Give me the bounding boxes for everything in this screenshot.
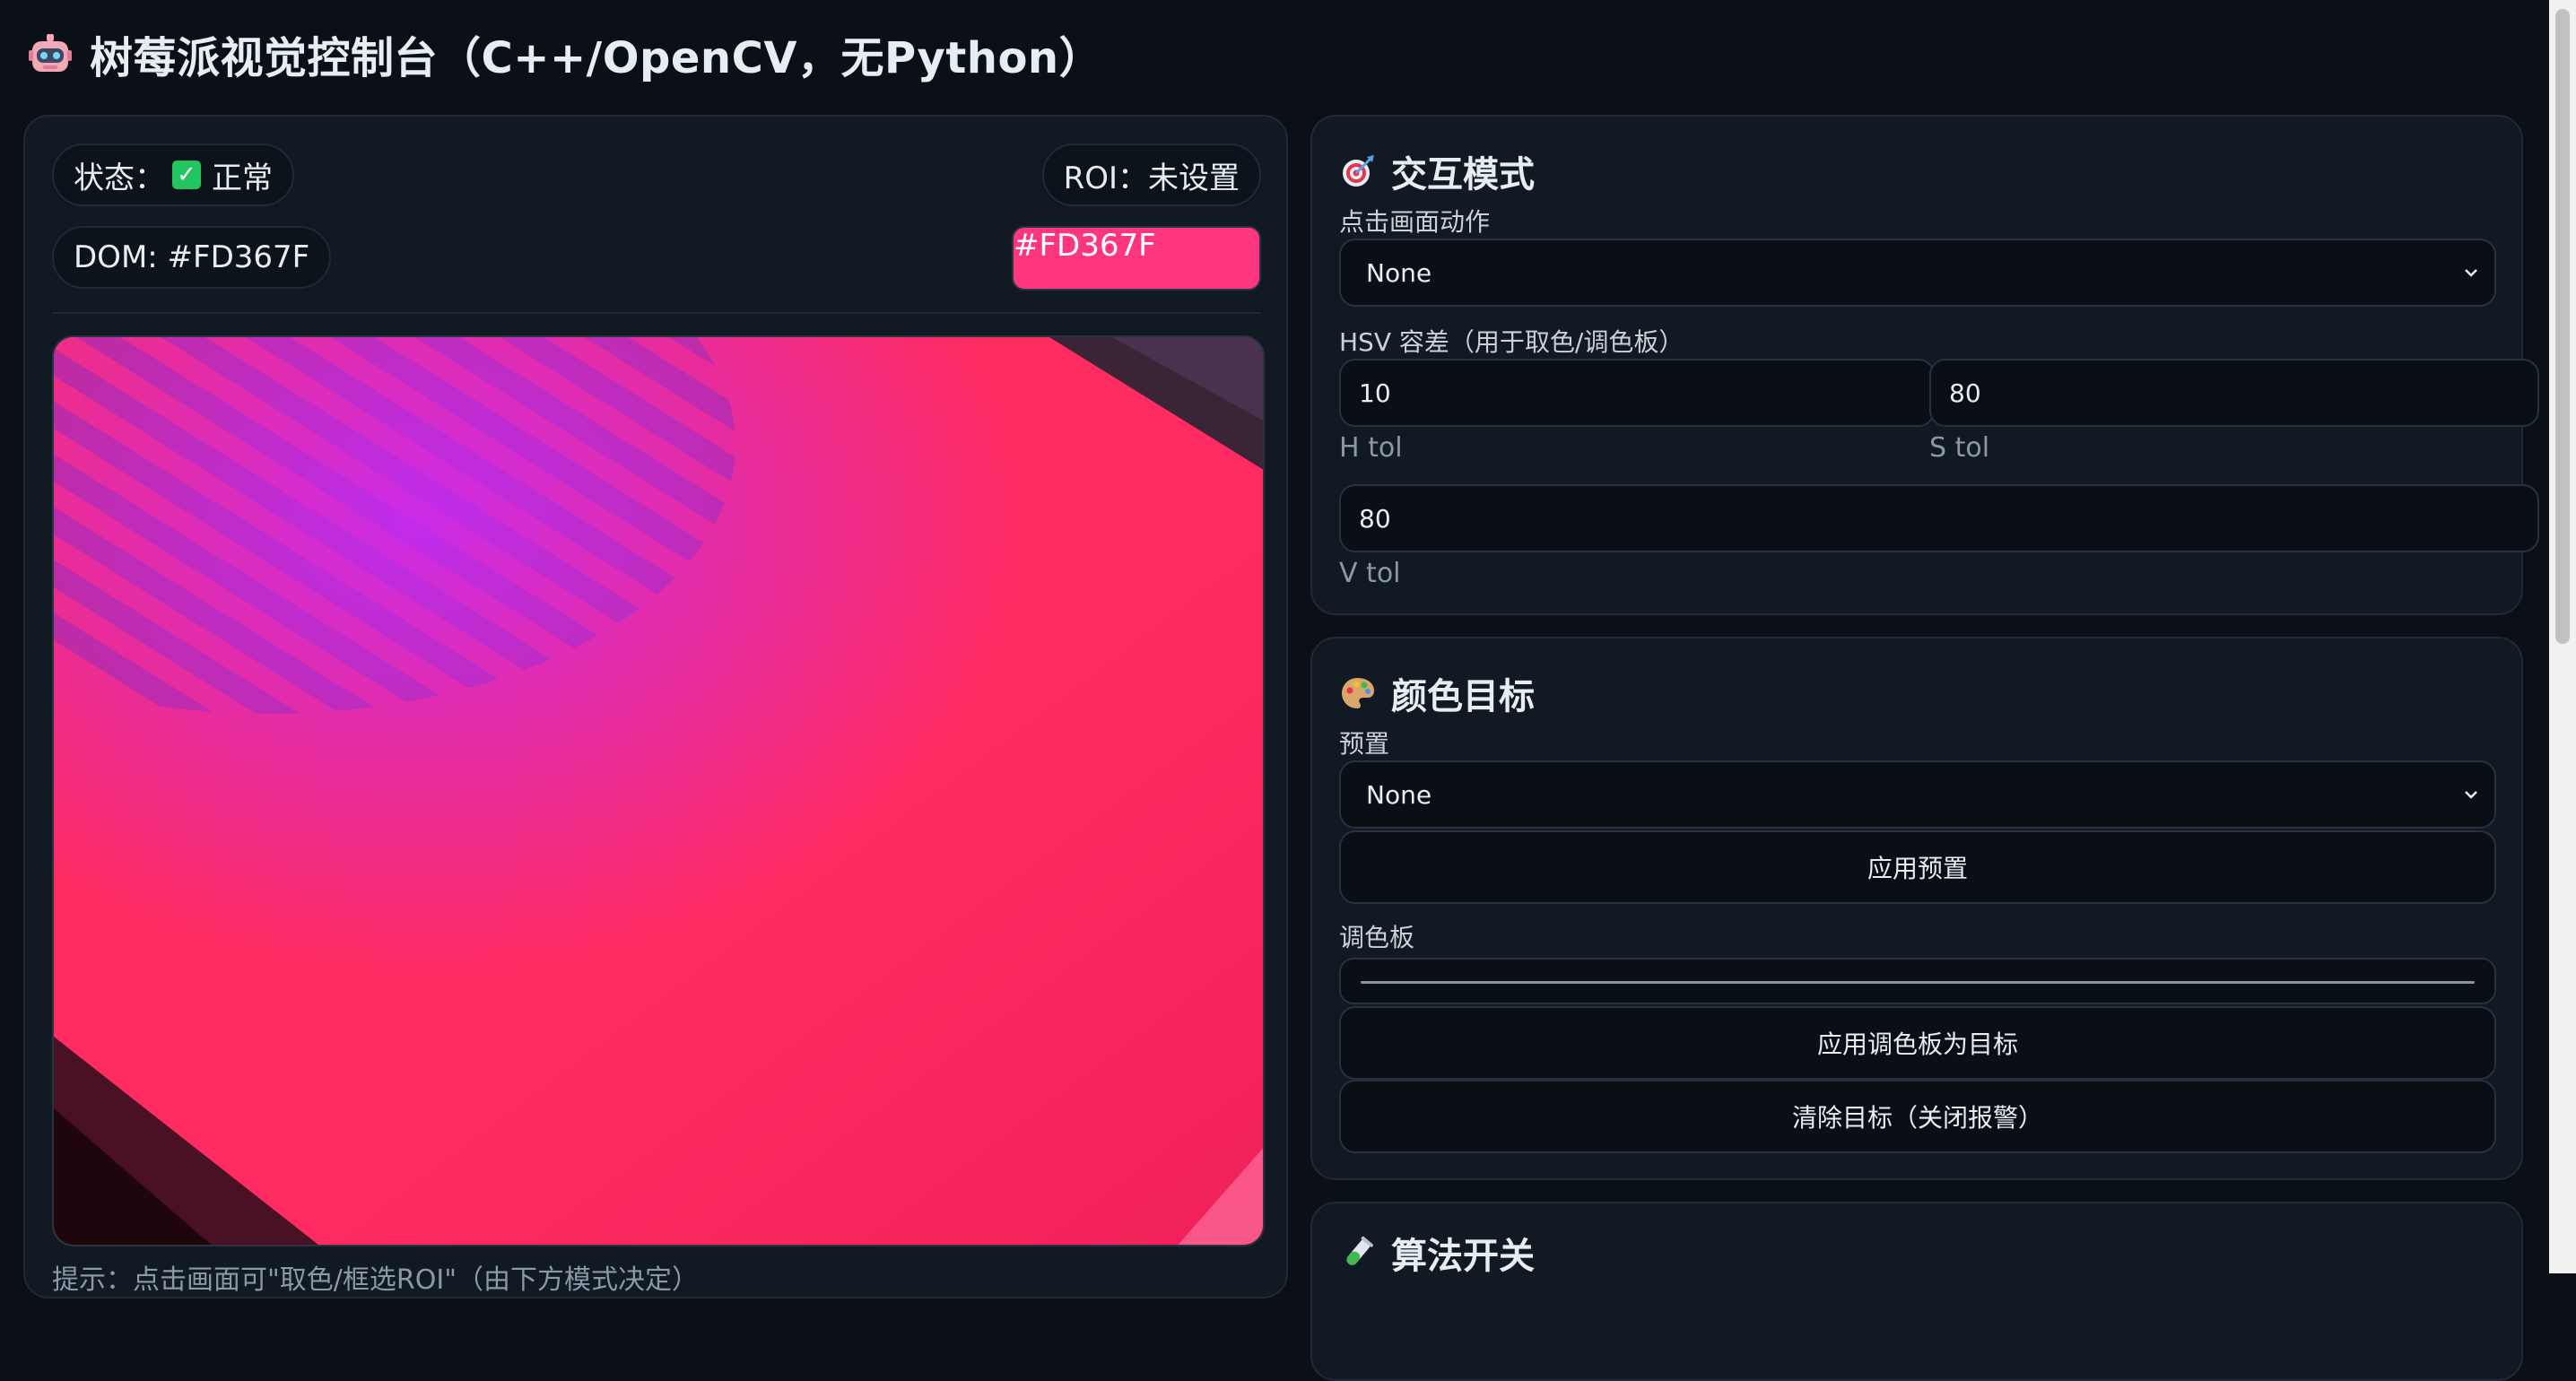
click-action-value: None: [1366, 257, 1432, 288]
interaction-mode-card: 交互模式 点击画面动作 None HSV 容差（用于取色/调色板） 10 80 …: [1310, 115, 2539, 615]
apply-preset-button[interactable]: 应用预置: [1339, 830, 2496, 904]
robot-icon: [27, 30, 74, 77]
status-value: 正常: [212, 160, 273, 196]
preset-value: None: [1366, 779, 1432, 810]
apply-palette-button[interactable]: 应用调色板为目标: [1339, 1006, 2496, 1080]
clear-target-button[interactable]: 清除目标（关闭报警）: [1339, 1080, 2496, 1153]
color-target-title: 颜色目标: [1339, 667, 1535, 719]
s-tol-input[interactable]: 80: [1929, 359, 2539, 427]
color-target-label: 颜色目标: [1391, 676, 1535, 717]
palette-label: 调色板: [1339, 923, 1415, 952]
hint-text: 提示：点击画面可"取色/框选ROI"（由下方模式决定）: [52, 1264, 700, 1296]
scrollbar-thumb[interactable]: [2555, 9, 2570, 644]
color-target-card: 颜色目标 预置 None 应用预置 调色板 应用调色板为目标 清除目标（关闭报警…: [1310, 637, 2523, 1180]
click-action-select[interactable]: None: [1339, 239, 2496, 307]
status-label: 状态：: [74, 160, 165, 196]
palette-slider-track: [1361, 981, 2475, 984]
palette-slider[interactable]: [1339, 958, 2496, 1004]
page-header: 树莓派视觉控制台（C++/OpenCV，无Python）: [27, 20, 1102, 88]
preset-label: 预置: [1339, 729, 1390, 759]
interaction-mode-label: 交互模式: [1391, 154, 1535, 195]
color-swatch: #FD367F: [1012, 226, 1261, 291]
v-tol-input[interactable]: 80: [1339, 484, 2539, 552]
roi-badge: ROI：未设置: [1041, 143, 1261, 206]
algorithm-toggles-title: 算法开关: [1339, 1227, 1535, 1279]
page-scrollbar[interactable]: [2549, 0, 2576, 1273]
click-action-label: 点击画面动作: [1339, 207, 1491, 237]
divider: [52, 312, 1261, 314]
checkmark-icon: ✓: [172, 161, 201, 189]
test-tube-icon: [1339, 1234, 1377, 1272]
camera-feed[interactable]: [52, 335, 1265, 1246]
swatch-hex: #FD367F: [1014, 228, 1156, 264]
s-tol-label: S tol: [1929, 432, 1990, 464]
target-icon: [1339, 152, 1377, 190]
chevron-down-icon: [2465, 269, 2477, 277]
page-title: 树莓派视觉控制台（C++/OpenCV，无Python）: [90, 33, 1103, 83]
video-panel: 状态： ✓ 正常 ROI：未设置 DOM: #FD367F #FD367F 提示…: [23, 115, 1288, 1298]
h-tol-label: H tol: [1339, 432, 1403, 464]
v-tol-label: V tol: [1339, 558, 1401, 589]
algorithm-toggles-label: 算法开关: [1391, 1236, 1535, 1277]
h-tol-input[interactable]: 10: [1339, 359, 1935, 427]
chevron-down-icon: [2465, 791, 2477, 799]
status-badge: 状态： ✓ 正常: [52, 143, 294, 206]
preset-select[interactable]: None: [1339, 760, 2496, 829]
palette-icon: [1339, 674, 1377, 712]
dominant-color-badge: DOM: #FD367F: [52, 226, 332, 289]
algorithm-toggles-card: 算法开关: [1310, 1202, 2523, 1381]
interaction-mode-title: 交互模式: [1339, 145, 1535, 197]
hsv-tolerance-label: HSV 容差（用于取色/调色板）: [1339, 327, 1684, 357]
